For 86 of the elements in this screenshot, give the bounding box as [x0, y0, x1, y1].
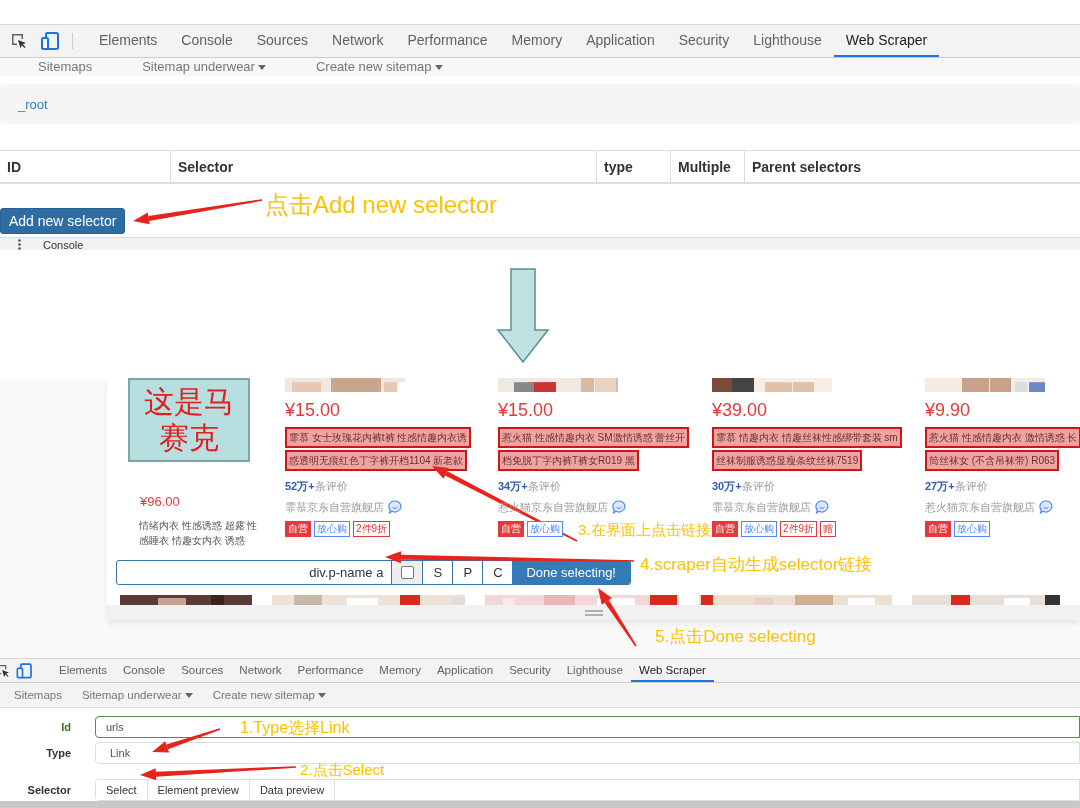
selector-button[interactable]: Select	[96, 780, 148, 800]
product-tag: 2件9折	[353, 521, 391, 537]
product-tag: 放心购	[741, 521, 777, 537]
devtools-tab[interactable]: Network	[320, 25, 396, 57]
nav-link[interactable]: Sitemap underwear	[142, 60, 266, 74]
column-header[interactable]: ID	[0, 151, 170, 182]
field-label: Id	[60, 721, 72, 733]
devtools-tab[interactable]: Memory	[371, 659, 429, 682]
devtools-tab[interactable]: Security	[666, 25, 742, 57]
drawer-tab[interactable]: Console	[43, 238, 84, 250]
devtools-tab[interactable]: Sources	[244, 25, 321, 57]
device-icon[interactable]	[15, 662, 33, 679]
column-header[interactable]: Selector	[170, 151, 596, 182]
chat-icon[interactable]	[388, 500, 402, 514]
product-tag: 2件9折	[780, 521, 818, 537]
annotation-text: 1.Type选择Link	[240, 719, 350, 737]
nav-link[interactable]: Sitemaps	[14, 689, 62, 701]
product-tag: 赠	[820, 521, 837, 537]
checkbox[interactable]	[400, 566, 414, 579]
review-count: 27万+条评价	[925, 479, 989, 493]
annotation-text: 3.在界面上点击链接	[578, 522, 711, 539]
caret-icon	[317, 693, 326, 699]
devtools-tab[interactable]: Console	[114, 659, 174, 682]
chat-icon[interactable]	[612, 500, 626, 514]
devtools-tab[interactable]: Lighthouse	[558, 659, 631, 682]
devtools-tab[interactable]: Security	[501, 659, 559, 682]
field-label: Selector	[26, 784, 72, 796]
product-description[interactable]: 情绪内衣 性感诱惑 超露 性感睡衣 情趣女内衣 诱惑	[139, 518, 263, 548]
annotation-text: 2.点击Select	[300, 762, 385, 779]
annotation-text: 点击Add new selector	[265, 192, 498, 219]
add-selector-button[interactable]: Add new selector	[0, 208, 126, 234]
product-price: ¥96.00	[140, 494, 181, 510]
product-tag: 自营	[285, 521, 311, 537]
selector-field[interactable]: div.p-name a	[117, 561, 392, 584]
product-tag: 自营	[925, 521, 951, 537]
devtools-tab[interactable]: Console	[169, 25, 245, 57]
column-header[interactable]: type	[596, 151, 670, 182]
nav-link[interactable]: Create new sitemap	[315, 60, 443, 74]
review-count: 30万+条评价	[712, 479, 776, 493]
devtools-tab[interactable]: Lighthouse	[741, 25, 834, 57]
chat-icon[interactable]	[815, 500, 829, 514]
product-price: ¥39.00	[712, 400, 769, 420]
product-tag: 放心购	[954, 521, 990, 537]
caret-icon	[434, 65, 443, 71]
review-count: 34万+条评价	[498, 479, 562, 493]
inspect-icon[interactable]	[10, 32, 28, 50]
devtools-tab[interactable]: Sources	[173, 659, 232, 682]
nav-link[interactable]: Sitemap underwear	[81, 689, 193, 701]
pointer-arrow	[598, 588, 637, 647]
devtools-tab[interactable]: Network	[231, 659, 290, 682]
mosaic-box: 这是马赛克	[128, 378, 250, 462]
devtools-tab[interactable]: Elements	[51, 659, 115, 682]
product-tag: 放心购	[527, 521, 563, 537]
nav-link[interactable]: Create new sitemap	[212, 689, 326, 701]
column-header[interactable]: Multiple	[670, 151, 744, 182]
product-price: ¥15.00	[498, 400, 555, 420]
pointer-arrow	[152, 728, 221, 753]
devtools-tab[interactable]: Elements	[87, 25, 170, 57]
devtools-tab[interactable]: Memory	[499, 25, 575, 57]
done-selecting-button[interactable]: Done selecting!	[512, 561, 630, 584]
caret-icon	[257, 65, 266, 71]
chat-icon[interactable]	[1039, 500, 1053, 514]
product-price: ¥15.00	[285, 400, 342, 420]
devtools-tab[interactable]: Performance	[395, 25, 500, 57]
nav-link[interactable]: Sitemaps	[38, 60, 93, 74]
devtools-tab[interactable]: Performance	[289, 659, 372, 682]
shop-name[interactable]: 惹火猫京东自营旗舰店	[925, 499, 1035, 515]
devtools-tab[interactable]: Application	[574, 25, 667, 57]
field-label: Type	[45, 747, 72, 759]
inspect-icon[interactable]	[0, 662, 11, 679]
review-count: 52万+条评价	[285, 479, 349, 493]
product-tag: 自营	[498, 521, 524, 537]
resize-handle-icon[interactable]	[584, 609, 603, 616]
caret-icon	[184, 693, 193, 699]
device-icon[interactable]	[40, 31, 60, 51]
product-tag: 放心购	[314, 521, 350, 537]
breadcrumb-link[interactable]: _root	[18, 96, 48, 112]
product-tag: 自营	[712, 521, 738, 537]
product-price: ¥9.90	[925, 400, 972, 420]
column-header[interactable]: Parent selectors	[744, 151, 1080, 182]
shop-name[interactable]: 霏慕京东自营旗舰店	[285, 499, 384, 515]
annotation-text: 4.scraper自动生成selector链接	[640, 556, 873, 575]
shop-name[interactable]: 霏慕京东自营旗舰店	[712, 499, 811, 515]
devtools-tab[interactable]: Application	[428, 659, 502, 682]
annotation-text: 5.点击Done selecting	[655, 628, 816, 647]
kebab-icon[interactable]	[18, 239, 21, 250]
